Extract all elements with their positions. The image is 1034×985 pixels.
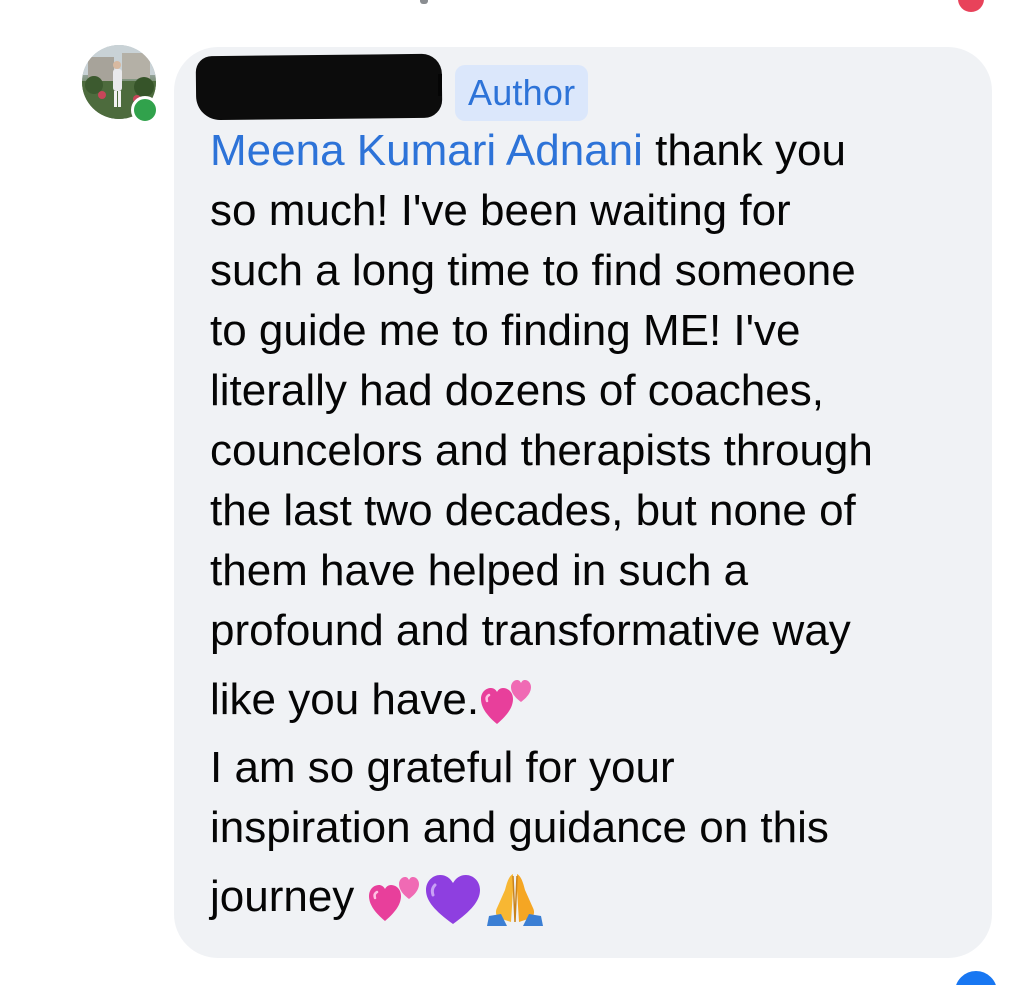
like-reaction-icon[interactable] [952,968,1000,985]
comment-line: them have helped in such a [210,546,749,595]
reaction-icon-fragment [958,0,984,12]
comment-line-text: thank you [642,126,846,175]
two-hearts-emoji [367,873,423,925]
comment-line-text: like you have. [210,675,480,724]
two-hearts-emoji [479,676,535,728]
comment-text: Meena Kumari Adnani thank you so much! I… [210,121,980,935]
purple-heart-emoji [423,871,483,927]
folded-hands-emoji [483,870,547,928]
comment-line: to guide me to finding ME! I've [210,306,801,355]
author-name-redacted[interactable] [195,53,443,121]
author-name-fragment [438,74,442,96]
author-badge: Author [455,65,589,121]
comment-line-text: journey [210,872,367,921]
comment-line: the last two decades, but none of [210,486,856,535]
comment-line: so much! I've been waiting for [210,186,791,235]
comment-line: councelors and therapists through [210,426,873,475]
facebook-comment-view: Author Meena Kumari Adnani thank you so … [0,0,1034,985]
comment-line: Meena Kumari Adnani thank you [210,121,980,181]
online-status-icon [131,96,159,124]
comment-line: such a long time to find someone [210,246,856,295]
previous-item-fragment [420,0,428,4]
comment-line: profound and transformative way [210,606,851,655]
comment-actions-row [210,968,368,985]
comment-line: I am so grateful for your [210,743,675,792]
comment-line: inspiration and guidance on this [210,803,829,852]
comment-line: journey [210,858,980,935]
comment-line: literally had dozens of coaches, [210,366,824,415]
comment-line: like you have. [210,661,980,738]
mention-link[interactable]: Meena Kumari Adnani [210,126,643,175]
